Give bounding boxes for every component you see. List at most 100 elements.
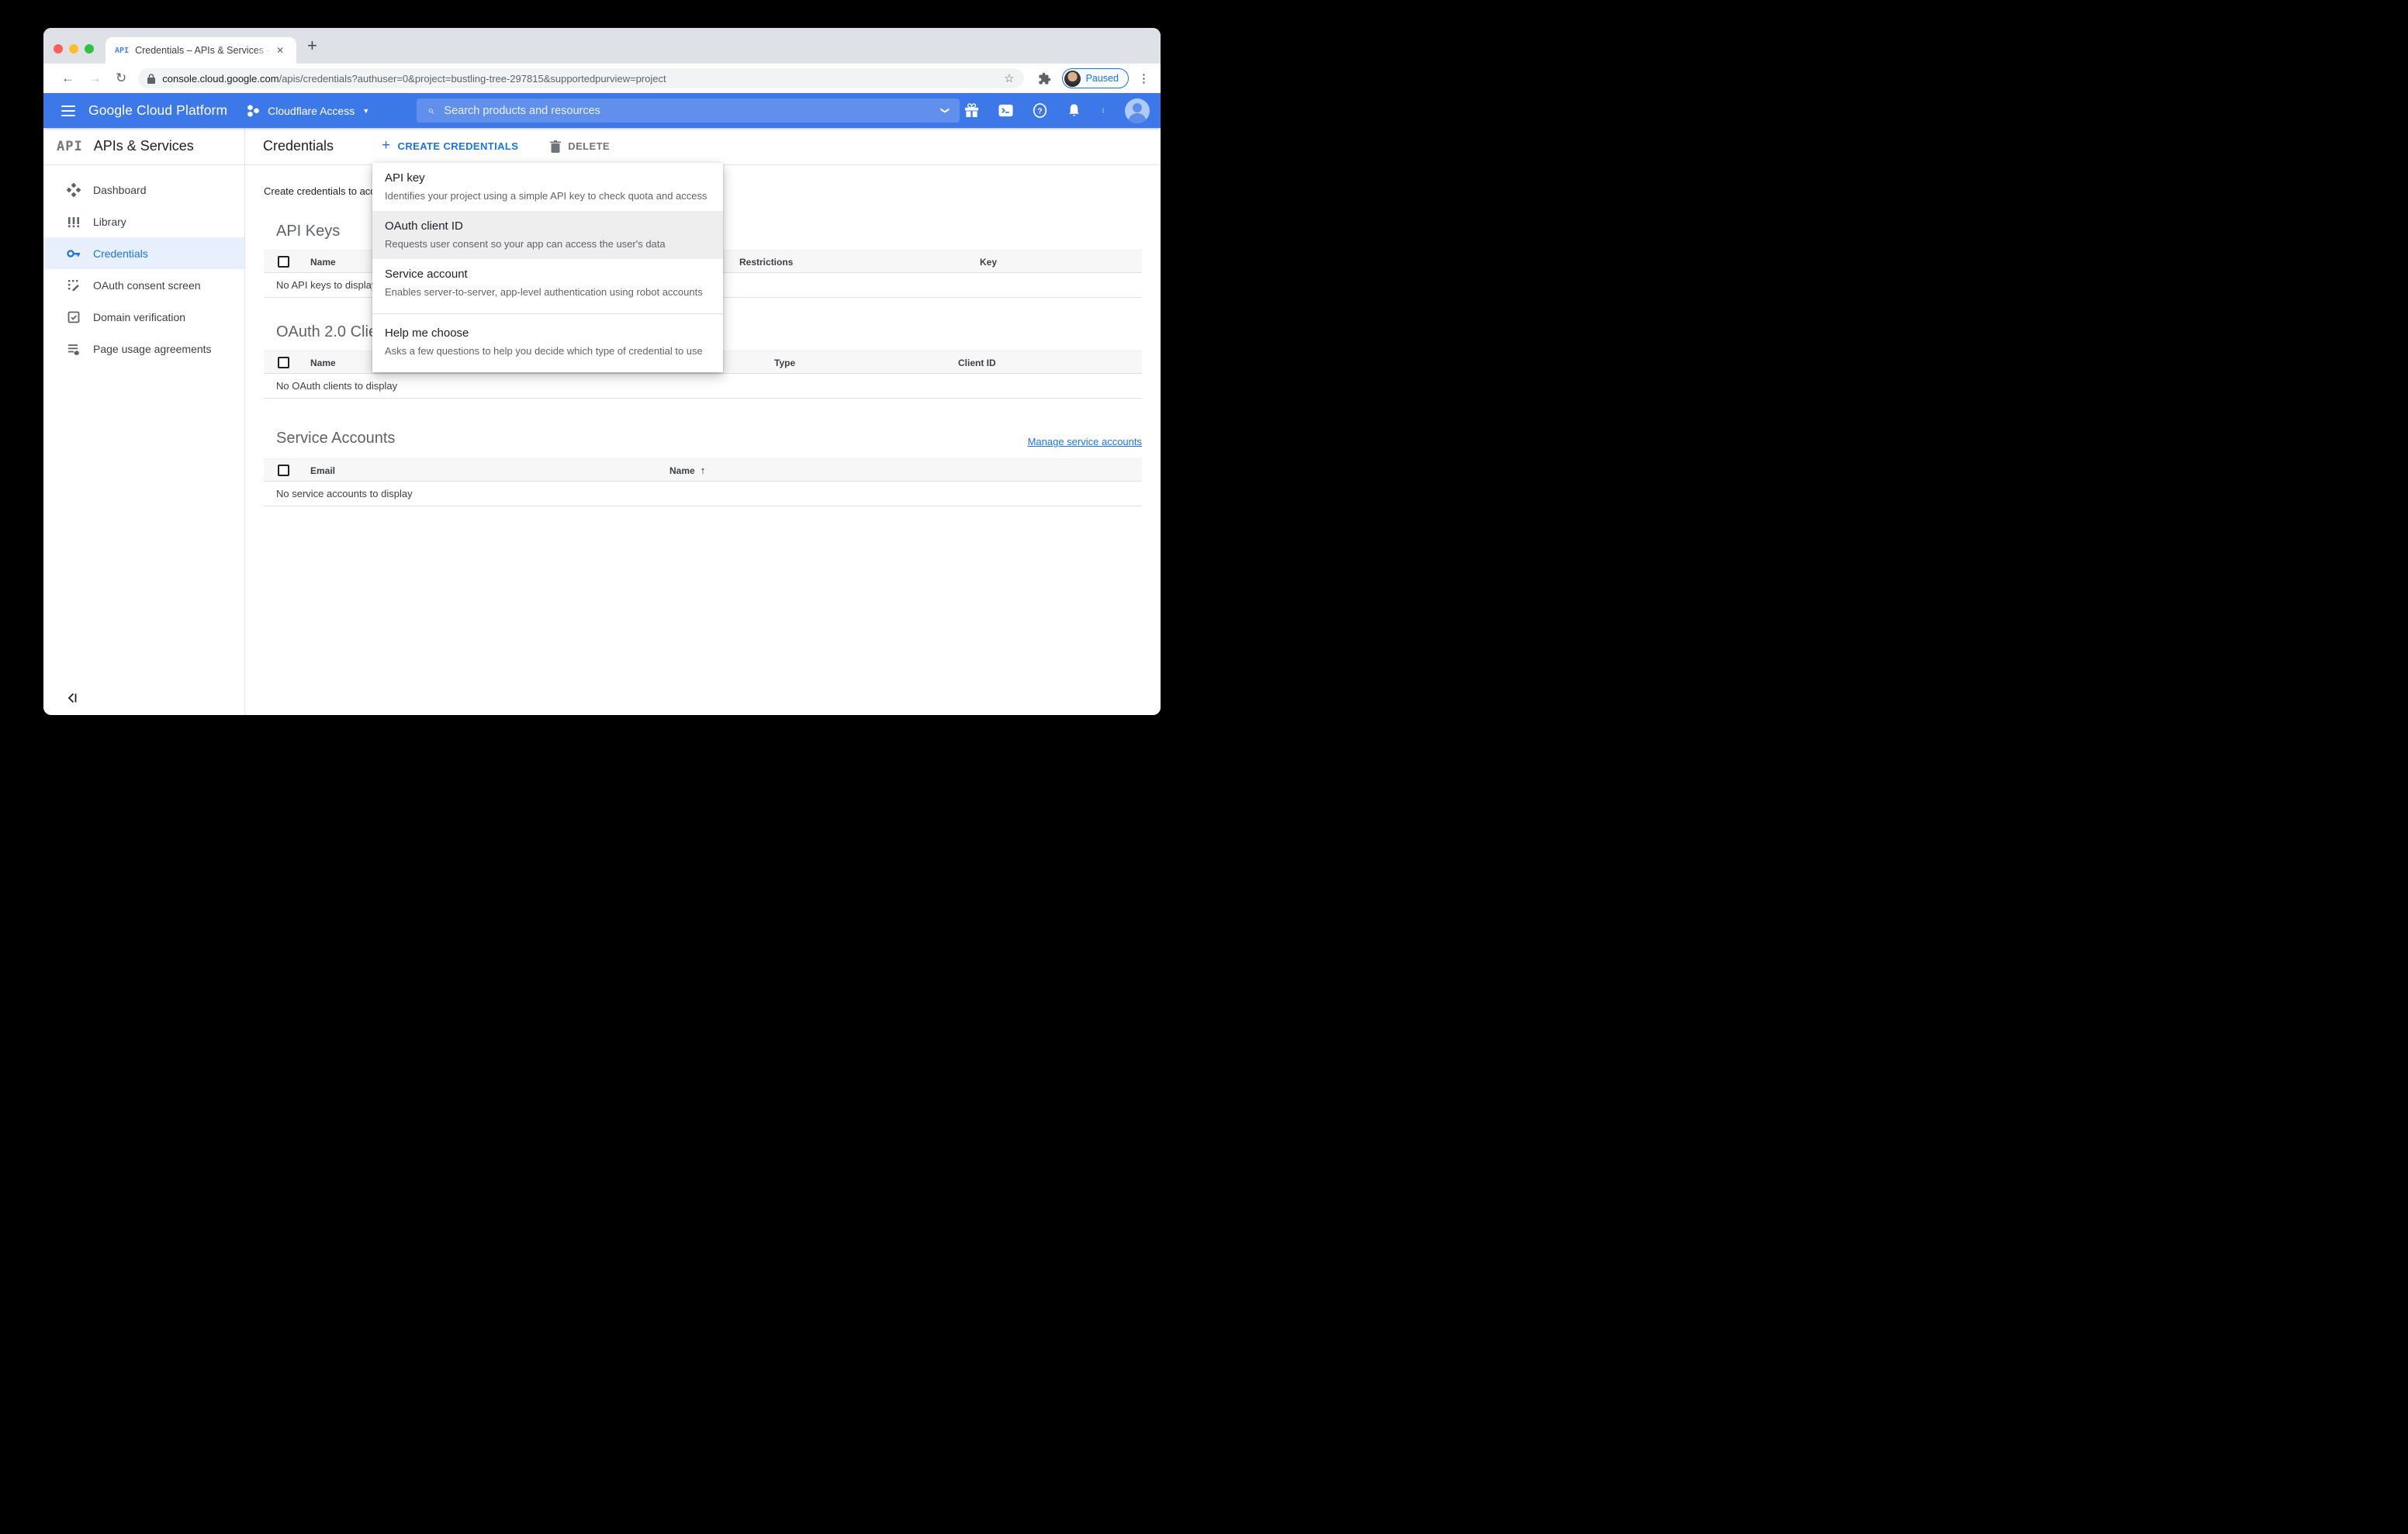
sidebar-item-oauth-consent-screen[interactable]: OAuth consent screen <box>43 269 244 301</box>
forward-icon[interactable]: → <box>88 71 102 86</box>
manage-service-accounts-link[interactable]: Manage service accounts <box>1028 436 1142 447</box>
browser-tab[interactable]: API Credentials – APIs & Services – ✕ <box>106 37 296 64</box>
hamburger-menu-icon[interactable] <box>61 102 75 119</box>
project-caret-icon: ▼ <box>362 106 370 115</box>
column-header-name[interactable]: Name <box>310 250 336 274</box>
sidebar-item-domain-verification[interactable]: Domain verification <box>43 301 244 333</box>
project-selector[interactable]: Cloudflare Access ▼ <box>247 104 369 118</box>
cloud-shell-icon[interactable] <box>998 103 1013 118</box>
more-vertical-icon[interactable] <box>1101 103 1105 118</box>
page-toolbar: Credentials + CREATE CREDENTIALS DELETE <box>245 128 1161 164</box>
back-icon[interactable]: ← <box>61 71 74 86</box>
sidebar-item-credentials[interactable]: Credentials <box>43 237 244 269</box>
library-icon <box>68 216 79 227</box>
project-name: Cloudflare Access <box>268 104 355 117</box>
oauth-consent-icon <box>68 279 79 291</box>
sidebar-item-page-usage-agreements[interactable]: Page usage agreements <box>43 333 244 364</box>
bookmark-star-icon[interactable]: ☆ <box>1004 71 1014 85</box>
menu-item-help-me-choose[interactable]: Help me choose Asks a few questions to h… <box>372 313 723 371</box>
sync-paused-label: Paused <box>1085 73 1119 84</box>
menu-item-description: Requests user consent so your app can ac… <box>385 238 666 250</box>
key-icon <box>67 249 80 257</box>
menu-item-title: Help me choose <box>385 326 469 340</box>
svg-text:?: ? <box>1037 107 1042 116</box>
menu-item-title: Service account <box>385 268 468 281</box>
sidebar-item-label: Library <box>93 215 126 228</box>
select-all-checkbox[interactable] <box>278 357 289 368</box>
tab-strip: API Credentials – APIs & Services – ✕ + <box>43 28 1161 64</box>
service-title: APIs & Services <box>93 138 194 154</box>
sidebar-item-label: Dashboard <box>93 183 147 196</box>
product-name[interactable]: Google Cloud Platform <box>88 102 227 119</box>
sidebar-item-label: OAuth consent screen <box>93 278 201 292</box>
apis-services-logo-icon: API <box>57 138 83 154</box>
gcp-search-bar[interactable]: ⌕ ❯ <box>417 98 960 123</box>
gift-icon[interactable] <box>964 103 979 118</box>
menu-item-title: API key <box>385 171 425 185</box>
column-header-email[interactable]: Email <box>310 459 335 482</box>
url-domain: console.cloud.google.com <box>162 72 279 85</box>
window-zoom-button[interactable] <box>85 44 94 54</box>
app-bar: API APIs & Services Credentials + CREATE… <box>43 128 1161 165</box>
help-icon[interactable]: ? <box>1033 103 1047 118</box>
sidebar-item-label: Domain verification <box>93 310 186 323</box>
extensions-puzzle-icon[interactable] <box>1038 72 1051 85</box>
service-accounts-table: Email Name ↑ No service accounts to displ… <box>264 458 1142 506</box>
menu-item-description: Enables server-to-server, app-level auth… <box>385 286 703 298</box>
column-header-name[interactable]: Name <box>310 351 336 375</box>
menu-item-title: OAuth client ID <box>385 219 463 233</box>
tab-favicon-api-icon: API <box>115 46 130 55</box>
new-tab-button[interactable]: + <box>307 36 317 55</box>
sidebar-item-label: Page usage agreements <box>93 342 212 355</box>
browser-profile-pill[interactable]: Paused <box>1061 68 1129 88</box>
browser-menu-icon[interactable]: ⋮ <box>1138 71 1150 85</box>
service-accounts-table-header: Email Name ↑ <box>264 458 1142 482</box>
service-accounts-heading: Service Accounts <box>276 430 396 447</box>
service-accounts-heading-row: Service Accounts Manage service accounts <box>264 430 1142 447</box>
sidebar: Dashboard Library Credentials OAuth cons… <box>43 165 245 715</box>
oauth-clients-empty-state: No OAuth clients to display <box>264 374 1142 399</box>
menu-item-service-account[interactable]: Service account Enables server-to-server… <box>372 259 723 307</box>
menu-item-api-key[interactable]: API key Identifies your project using a … <box>372 163 723 211</box>
column-header-client-id[interactable]: Client ID <box>958 351 996 375</box>
sort-ascending-icon: ↑ <box>700 465 706 476</box>
column-header-key[interactable]: Key <box>980 250 997 274</box>
select-all-checkbox[interactable] <box>278 256 289 268</box>
menu-item-description: Identifies your project using a simple A… <box>385 190 708 202</box>
browser-navbar: ← → ↻ console.cloud.google.com/apis/cred… <box>43 64 1161 93</box>
address-bar[interactable]: console.cloud.google.com/apis/credential… <box>138 68 1024 88</box>
column-header-type[interactable]: Type <box>774 351 795 375</box>
delete-button[interactable]: DELETE <box>550 140 610 153</box>
notifications-bell-icon[interactable] <box>1067 103 1081 118</box>
page-usage-agreements-icon <box>68 344 80 355</box>
window-close-button[interactable] <box>54 44 63 54</box>
domain-verification-icon <box>67 311 80 323</box>
project-hexagons-icon <box>247 104 259 117</box>
service-accounts-empty-state: No service accounts to display <box>264 482 1142 506</box>
url-path: /apis/credentials?authuser=0&project=bus… <box>279 72 666 85</box>
search-input[interactable] <box>444 104 942 117</box>
dashboard-icon <box>67 182 81 197</box>
create-credentials-button[interactable]: + CREATE CREDENTIALS <box>382 136 518 155</box>
create-credentials-menu: API key Identifies your project using a … <box>372 163 723 372</box>
tab-close-icon[interactable]: ✕ <box>276 45 284 56</box>
collapse-sidebar-icon[interactable] <box>65 691 79 705</box>
window-minimize-button[interactable] <box>69 44 78 54</box>
gcp-header: Google Cloud Platform Cloudflare Access … <box>43 93 1161 128</box>
column-header-name[interactable]: Name ↑ <box>669 459 705 482</box>
menu-item-oauth-client-id[interactable]: OAuth client ID Requests user consent so… <box>372 211 723 259</box>
account-avatar[interactable] <box>1125 98 1150 123</box>
column-header-restrictions[interactable]: Restrictions <box>739 250 793 274</box>
tab-title: Credentials – APIs & Services – <box>135 45 272 56</box>
sidebar-item-library[interactable]: Library <box>43 206 244 237</box>
select-all-checkbox[interactable] <box>278 465 289 476</box>
lock-icon <box>147 73 156 84</box>
reload-icon[interactable]: ↻ <box>116 71 126 86</box>
page-title: Credentials <box>263 138 334 154</box>
gcp-header-actions: ? <box>964 93 1150 128</box>
search-icon: ⌕ <box>427 104 434 117</box>
sidebar-item-dashboard[interactable]: Dashboard <box>43 174 244 206</box>
search-chevron-down-icon[interactable]: ❯ <box>940 107 950 114</box>
plus-icon: + <box>382 136 391 154</box>
service-title-block: API APIs & Services <box>43 128 245 164</box>
